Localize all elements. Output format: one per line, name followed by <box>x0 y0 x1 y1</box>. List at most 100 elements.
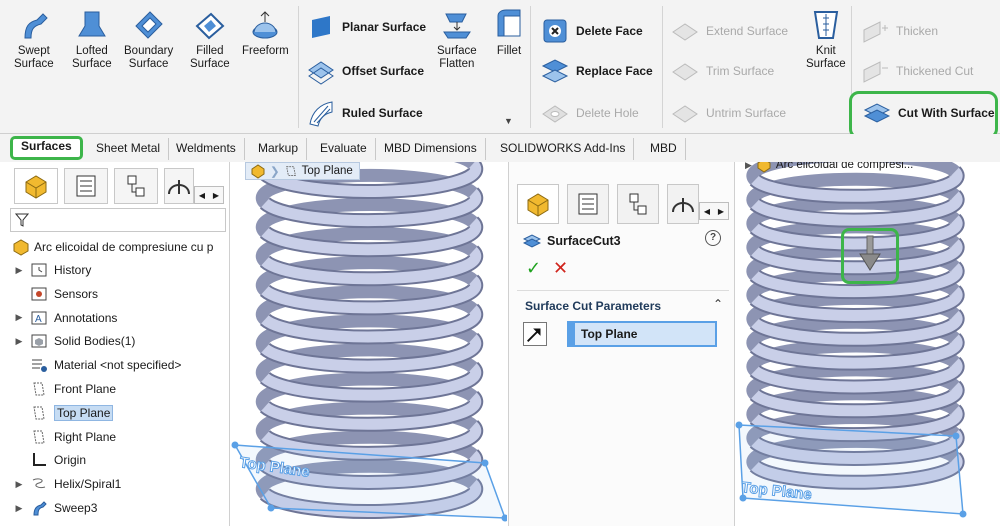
surface-flatten-button[interactable]: Surface Flatten <box>437 8 477 71</box>
tab-evaluate[interactable]: Evaluate <box>312 138 376 160</box>
tab-feature-manager[interactable] <box>14 168 58 204</box>
chevron-down-icon[interactable]: ▼ <box>504 116 513 126</box>
tab-dimxpert[interactable] <box>667 184 699 224</box>
plane-handle[interactable] <box>952 432 960 440</box>
fillet-button[interactable]: Fillet <box>492 8 526 58</box>
ok-button[interactable]: ✓ <box>526 258 541 279</box>
tree-item-helix-spiral1[interactable]: ▶ Helix/Spiral1 <box>14 473 122 495</box>
offset-surface-button[interactable]: Offset Surface <box>306 56 424 86</box>
cut-direction-arrow-icon[interactable] <box>855 234 885 274</box>
expand-arrow-icon[interactable]: ▶ <box>14 479 24 490</box>
tab-configuration-manager[interactable] <box>114 168 158 204</box>
plane-handle[interactable] <box>267 504 275 512</box>
tree-item-front-plane[interactable]: Front Plane <box>14 378 116 400</box>
tab-dimxpert[interactable] <box>164 168 194 204</box>
tab-feature-manager[interactable] <box>517 184 559 224</box>
scroll-left-icon[interactable]: ◀ <box>704 207 710 216</box>
freeform-button[interactable]: Freeform <box>242 8 289 58</box>
extend-surface-button[interactable]: Extend Surface <box>670 16 788 46</box>
thickened-cut-label: Thickened Cut <box>896 64 974 78</box>
part-icon <box>251 164 265 179</box>
tree-item-top-plane[interactable]: Top Plane <box>14 402 114 424</box>
tab-sheet-metal[interactable]: Sheet Metal <box>88 138 170 160</box>
tree-item-sensors[interactable]: Sensors <box>14 283 98 305</box>
breadcrumb[interactable]: ❯ Top Plane <box>245 162 360 180</box>
scroll-left-icon[interactable]: ◀ <box>199 191 205 200</box>
cancel-button[interactable]: ✕ <box>553 258 568 279</box>
plane-handle[interactable] <box>735 421 743 429</box>
plane-handle[interactable] <box>959 510 967 518</box>
ribbon-separator <box>662 6 663 128</box>
knit-surface-label1: Knit <box>815 45 836 57</box>
tab-markup[interactable]: Markup <box>250 138 308 160</box>
untrim-surface-button[interactable]: Untrim Surface <box>670 98 786 128</box>
delete-face-button[interactable]: Delete Face <box>540 16 643 46</box>
tab-mbd-dimensions[interactable]: MBD Dimensions <box>376 138 486 160</box>
cut-with-surface-button[interactable]: Cut With Surface <box>862 98 995 128</box>
breadcrumb[interactable]: ▶ Arc elicoidal de compresi... <box>741 162 919 174</box>
tab-property-manager[interactable] <box>567 184 609 224</box>
tree-root-part[interactable]: Arc elicoidal de compresiune cu p <box>12 238 230 256</box>
plane-handle[interactable] <box>231 441 239 449</box>
tab-property-manager[interactable] <box>64 168 108 204</box>
tree-item-solid-bodies-1[interactable]: ▶ Solid Bodies(1) <box>14 330 136 352</box>
collapse-chevron-icon[interactable]: ⌃ <box>713 297 723 311</box>
tree-item-history[interactable]: ▶ History <box>14 259 92 281</box>
tab-solidworks-add-ins[interactable]: SOLIDWORKS Add-Ins <box>492 138 635 160</box>
tree-item-label: Right Plane <box>54 429 117 444</box>
tree-item-origin[interactable]: Origin <box>14 449 86 471</box>
tab-configuration-manager[interactable] <box>617 184 659 224</box>
tab-weldments[interactable]: Weldments <box>168 138 245 160</box>
knit-surface-button[interactable]: Knit Surface <box>806 8 846 71</box>
panel-tab-scroll[interactable]: ◀ ▶ <box>194 186 224 204</box>
tree-item-material-not-specified[interactable]: Material <not specified> <box>14 354 181 376</box>
tree-root-label: Arc elicoidal de compresiune cu p <box>34 240 214 254</box>
replace-face-button[interactable]: Replace Face <box>540 56 653 86</box>
tree-item-right-plane[interactable]: Right Plane <box>14 426 116 448</box>
part-icon <box>13 239 29 256</box>
property-manager-title: SurfaceCut3 <box>523 232 621 250</box>
lofted-surface-button[interactable]: Lofted Surface <box>72 8 112 71</box>
expand-arrow-icon[interactable]: ▶ <box>14 265 24 276</box>
planar-surface-button[interactable]: Planar Surface <box>306 12 426 42</box>
thicken-button[interactable]: Thicken <box>860 16 938 46</box>
plane-handle[interactable] <box>481 459 489 467</box>
swept-surface-button[interactable]: Swept Surface <box>14 8 54 71</box>
ruled-surface-button[interactable]: Ruled Surface <box>306 98 423 128</box>
expand-arrow-icon[interactable]: ▶ <box>14 312 24 323</box>
expand-arrow-icon[interactable]: ▶ <box>745 162 752 171</box>
trim-surface-button[interactable]: Trim Surface <box>670 56 774 86</box>
top-plane-outline[interactable] <box>738 424 964 515</box>
delete-hole-button[interactable]: Delete Hole <box>540 98 639 128</box>
tree-item-label: Annotations <box>54 310 118 325</box>
filled-surface-button[interactable]: Filled Surface <box>190 8 230 71</box>
scroll-right-icon[interactable]: ▶ <box>718 207 724 216</box>
thicken-label: Thicken <box>896 24 939 38</box>
fillet-label: Fillet <box>496 45 522 57</box>
panel-tab-scroll[interactable]: ◀ ▶ <box>699 202 729 220</box>
filled-surface-label2: Surface <box>190 58 230 70</box>
helix-icon <box>32 478 46 489</box>
cutting-surface-selection-box[interactable]: Top Plane <box>567 321 717 347</box>
flip-cut-direction-button[interactable] <box>523 322 547 346</box>
expand-arrow-icon[interactable]: ▶ <box>14 336 24 347</box>
thickened-cut-button[interactable]: Thickened Cut <box>860 56 973 86</box>
command-manager-ribbon: Swept Surface Lofted Surface Boundary Su… <box>0 0 1000 139</box>
boundary-surface-button[interactable]: Boundary Surface <box>124 8 173 71</box>
expand-arrow-icon[interactable]: ▶ <box>14 503 24 514</box>
trim-surface-label: Trim Surface <box>706 64 775 78</box>
scroll-right-icon[interactable]: ▶ <box>213 191 219 200</box>
help-icon[interactable]: ? <box>705 230 721 246</box>
tab-mbd[interactable]: MBD <box>642 138 686 160</box>
tree-item-sweep3[interactable]: ▶ Sweep3 <box>14 497 97 519</box>
feature-tree-filter[interactable] <box>10 208 226 232</box>
graphics-viewport-left[interactable]: Top Plane ❯ Top Plane <box>231 162 507 526</box>
freeform-icon <box>252 11 278 39</box>
tab-surfaces[interactable]: Surfaces <box>10 136 83 160</box>
graphics-viewport-right[interactable]: Top Plane ▶ Arc elicoidal de compresi... <box>735 162 1000 526</box>
command-manager-tabs: Surfaces Sheet Metal Weldments Markup Ev… <box>0 134 1000 162</box>
tree-item-label: Solid Bodies(1) <box>54 334 136 349</box>
untrim-surface-label: Untrim Surface <box>706 106 787 120</box>
tree-item-annotations[interactable]: ▶ A Annotations <box>14 307 118 329</box>
extend-surface-icon <box>672 23 698 41</box>
